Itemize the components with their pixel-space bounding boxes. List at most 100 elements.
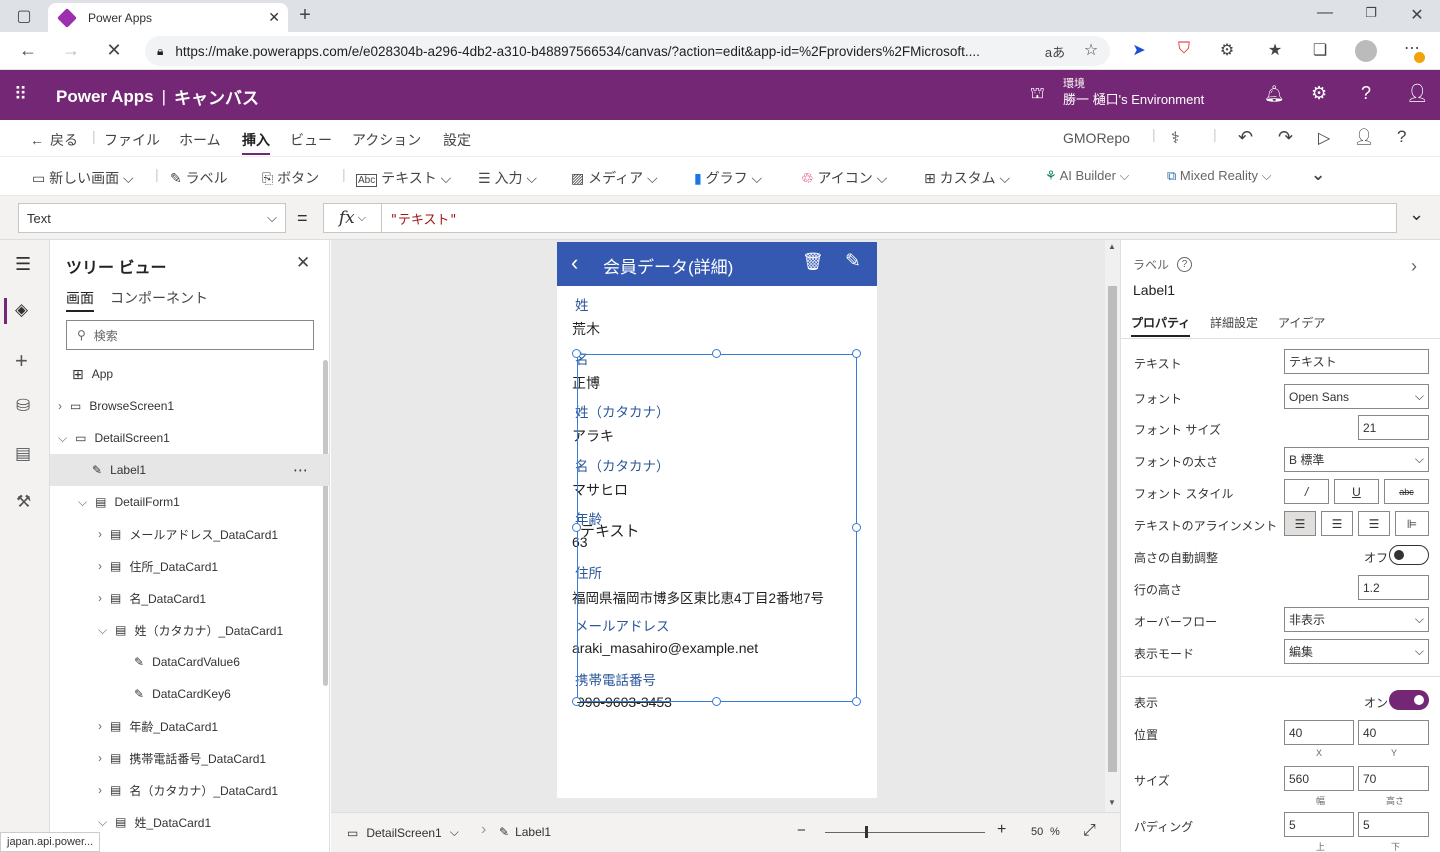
tree-search-input[interactable]: ⚲ 検索 [66, 320, 314, 350]
zoom-out-icon[interactable]: − [797, 822, 806, 839]
forward-icon[interactable]: → [57, 40, 85, 61]
new-screen-button[interactable]: ▭ 新しい画面 ⌵ [32, 168, 134, 188]
settings-gear-icon[interactable]: ⚙ [1311, 83, 1327, 104]
tab-components[interactable]: コンポーネント [110, 288, 208, 308]
tree-item-datacardvalue6[interactable]: ✎ DataCardValue6 [50, 646, 320, 678]
prop-overflow-dropdown[interactable]: 非表示 ⌵ [1284, 607, 1429, 632]
tree-item-detailform1[interactable]: ⌵ ▤ DetailForm1 [50, 486, 320, 518]
environment-picker[interactable]: 環境 勝一 樋口's Environment [1063, 76, 1204, 108]
menu-file[interactable]: ファイル [104, 130, 160, 150]
window-close-icon[interactable]: ✕ [1403, 5, 1431, 25]
prop-displaymode-dropdown[interactable]: 編集 ⌵ [1284, 639, 1429, 664]
padding-top-input[interactable]: 5 [1284, 812, 1354, 837]
resize-handle[interactable] [572, 349, 581, 358]
profile-avatar[interactable] [1355, 40, 1377, 62]
property-dropdown[interactable]: Text ⌵ [18, 203, 286, 233]
menu-action[interactable]: アクション [352, 130, 421, 150]
share-user-icon[interactable]: 👤︎ [1354, 127, 1374, 147]
menu-insert[interactable]: 挿入 [242, 130, 270, 155]
underline-button[interactable]: U [1334, 479, 1379, 504]
insert-ai-builder-button[interactable]: ⚘ AI Builder ⌵ [1045, 168, 1129, 184]
hamburger-menu-icon[interactable]: ☰ [15, 254, 31, 275]
app-launcher-icon[interactable]: ⠿ [14, 84, 27, 105]
back-chevron-icon[interactable]: ‹ [571, 250, 578, 276]
back-icon[interactable]: ← [14, 40, 42, 61]
menu-settings[interactable]: 設定 [443, 130, 471, 150]
insert-plus-icon[interactable]: + [15, 348, 28, 374]
insert-input-button[interactable]: ☰ 入力 ⌵ [478, 168, 537, 188]
selected-label1[interactable]: テキスト [577, 354, 857, 702]
resize-handle[interactable] [852, 697, 861, 706]
collections-icon[interactable]: ❏ [1306, 40, 1334, 60]
insert-button-button[interactable]: ⎘ ボタン [262, 168, 319, 188]
tab-screens[interactable]: 画面 [66, 288, 94, 312]
tab-actions-icon[interactable]: ▢ [10, 6, 38, 26]
insert-custom-button[interactable]: ⊞ カスタム ⌵ [924, 168, 1010, 188]
align-justify-button[interactable]: ⊫ [1395, 511, 1429, 536]
prop-lineheight-input[interactable]: 1.2 [1358, 575, 1429, 600]
tree-item-app[interactable]: ⊞ App [50, 358, 320, 390]
insert-label-button[interactable]: ✎ ラベル [170, 168, 228, 188]
menu-view[interactable]: ビュー [290, 130, 332, 150]
prop-fontweight-dropdown[interactable]: B 標準 ⌵ [1284, 447, 1429, 472]
align-center-button[interactable]: ☰ [1321, 511, 1353, 536]
redo-icon[interactable]: ↷ [1278, 127, 1293, 148]
zoom-slider[interactable] [825, 832, 985, 833]
bell-icon[interactable]: 🔔︎ [1264, 84, 1284, 104]
size-width-input[interactable]: 560 [1284, 766, 1354, 791]
zoom-in-icon[interactable]: + [997, 821, 1006, 839]
tree-item-datacard[interactable]: › ▤ 年齢_DataCard1 [50, 710, 320, 742]
back-button[interactable]: ← 戻る [30, 130, 78, 150]
collapse-panel-chevron-icon[interactable]: › [1411, 256, 1417, 277]
control-breadcrumb[interactable]: ✎ Label1 [499, 825, 551, 839]
tree-item-datacard[interactable]: › ▤ メールアドレス_DataCard1 [50, 518, 320, 550]
screen-breadcrumb[interactable]: ▭ DetailScreen1 ⌵ [347, 825, 459, 840]
info-help-icon[interactable]: ? [1177, 257, 1193, 272]
resize-handle[interactable] [852, 349, 861, 358]
resize-handle[interactable] [572, 523, 581, 532]
tree-item-browsescreen1[interactable]: › ▭ BrowseScreen1 [50, 390, 320, 422]
minimize-icon[interactable]: — [1311, 4, 1339, 22]
app-screen-preview[interactable]: ‹ 会員データ(詳細) 🗑︎ ✎ 姓 荒木 名 正博 姓（カタカナ） アラキ 名… [557, 242, 877, 798]
tree-scrollbar[interactable] [323, 360, 328, 686]
ribbon-expand-chevron-icon[interactable]: ⌄ [1311, 165, 1325, 185]
tree-item-datacard[interactable]: › ▤ 携帯電話番号_DataCard1 [50, 742, 320, 774]
autoheight-toggle[interactable] [1389, 545, 1429, 565]
prop-font-dropdown[interactable]: Open Sans ⌵ [1284, 384, 1429, 409]
restore-icon[interactable]: ❐ [1357, 5, 1385, 21]
insert-text-button[interactable]: Abc テキスト ⌵ [356, 168, 451, 188]
fit-to-window-icon[interactable]: ⤢ [1083, 822, 1096, 840]
data-cylinder-icon[interactable]: ⛁ [16, 396, 30, 416]
canvas-scroll-thumb[interactable] [1108, 286, 1117, 772]
canvas-scrollbar[interactable]: ▲ ▼ [1105, 240, 1120, 812]
design-canvas[interactable]: ‹ 会員データ(詳細) 🗑︎ ✎ 姓 荒木 名 正博 姓（カタカナ） アラキ 名… [331, 240, 1120, 852]
align-right-button[interactable]: ☰ [1358, 511, 1390, 536]
resize-handle[interactable] [852, 523, 861, 532]
address-bar[interactable]: 🔒︎ https://make.powerapps.com/e/e028304b… [145, 36, 1110, 66]
more-ellipsis-icon[interactable]: ⋯ [293, 461, 308, 479]
help-question-icon[interactable]: ? [1397, 127, 1406, 147]
position-x-input[interactable]: 40 [1284, 720, 1354, 745]
add-favorite-icon[interactable]: ☆ [1077, 40, 1105, 60]
insert-media-button[interactable]: ▨ メディア ⌵ [571, 168, 658, 188]
prop-text-input[interactable]: テキスト [1284, 349, 1429, 374]
tree-item-datacard[interactable]: ⌵ ▤ 姓（カタカナ）_DataCard1 [50, 614, 320, 646]
resize-handle[interactable] [712, 349, 721, 358]
fx-function-button[interactable]: fx ⌵ [324, 204, 382, 232]
size-height-input[interactable]: 70 [1358, 766, 1429, 791]
insert-mixed-reality-button[interactable]: ⧉ Mixed Reality ⌵ [1167, 168, 1271, 184]
media-icon[interactable]: ▤ [15, 444, 31, 464]
app-checker-icon[interactable]: ⚕ [1171, 128, 1180, 148]
extension-arrow-icon[interactable]: ➤ [1125, 40, 1153, 60]
extensions-icon[interactable]: ⚙ [1213, 40, 1241, 60]
position-y-input[interactable]: 40 [1358, 720, 1429, 745]
tab-ideas[interactable]: アイデア [1278, 314, 1325, 331]
close-panel-icon[interactable]: ✕ [296, 253, 310, 273]
formula-input[interactable]: fx ⌵ "テキスト" [323, 203, 1397, 233]
read-aloud-icon[interactable]: aあ [1041, 42, 1069, 61]
zoom-slider-thumb[interactable] [865, 826, 868, 838]
resize-handle[interactable] [712, 697, 721, 706]
align-left-button[interactable]: ☰ [1284, 511, 1316, 536]
preview-play-icon[interactable]: ▷ [1318, 128, 1330, 148]
tab-close-icon[interactable]: ✕ [268, 9, 280, 26]
